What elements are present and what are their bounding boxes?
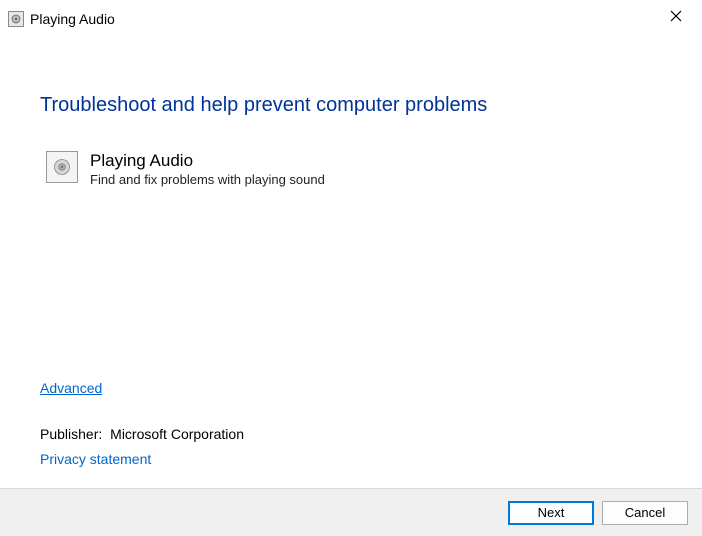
close-button[interactable]: [656, 2, 696, 30]
content-area: Troubleshoot and help prevent computer p…: [0, 36, 702, 187]
publisher-label: Publisher:: [40, 426, 102, 442]
advanced-link[interactable]: Advanced: [40, 380, 102, 396]
close-icon: [670, 10, 682, 22]
troubleshooter-item: Playing Audio Find and fix problems with…: [46, 151, 662, 187]
privacy-statement-link[interactable]: Privacy statement: [40, 451, 151, 467]
troubleshooter-title: Playing Audio: [90, 151, 325, 171]
publisher-value: Microsoft Corporation: [110, 426, 244, 442]
next-button[interactable]: Next: [508, 501, 594, 525]
window-title: Playing Audio: [30, 11, 115, 27]
page-heading: Troubleshoot and help prevent computer p…: [40, 94, 662, 117]
cancel-button[interactable]: Cancel: [602, 501, 688, 525]
titlebar: Playing Audio: [0, 0, 702, 36]
footer: Next Cancel: [0, 488, 702, 536]
window-icon: [8, 11, 24, 27]
troubleshooter-description: Find and fix problems with playing sound: [90, 172, 325, 187]
publisher-info: Publisher: Microsoft Corporation: [40, 426, 244, 442]
speaker-icon: [46, 151, 78, 183]
troubleshooter-text: Playing Audio Find and fix problems with…: [90, 151, 325, 187]
